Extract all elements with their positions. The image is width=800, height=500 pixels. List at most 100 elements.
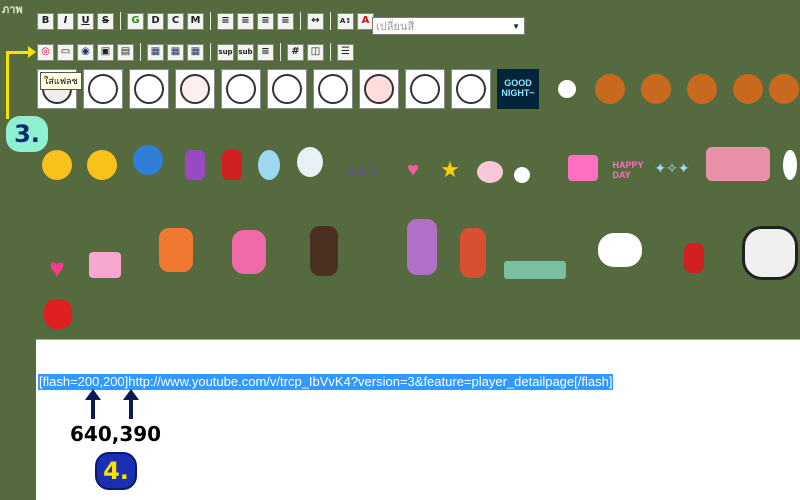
emoticon-monkey-2[interactable] [636,69,676,109]
align-right-button[interactable]: ≡ [257,12,274,30]
horizontal-rule-button[interactable]: ↔ [307,12,324,30]
emoticon-blonde-girl[interactable] [398,212,446,282]
emoticon-cheering-girls[interactable] [698,142,778,186]
emoticon-onion-4[interactable] [359,69,399,109]
emoticon-music-notes[interactable]: ♫♪♫ [335,158,389,182]
emoticon-figure [733,74,763,104]
list-button[interactable]: ☰ [337,43,354,61]
glow-button[interactable]: G [127,12,144,30]
emoticon-girl-kimono[interactable] [175,145,215,185]
emoticon-figure [504,261,566,279]
color-select[interactable]: เปลี่ยนสี ▼ [372,17,525,35]
emoticon-dancer[interactable] [547,69,587,109]
emoticon-monkey-3[interactable] [682,69,722,109]
emoticon-rabbit-2[interactable] [83,69,123,109]
emoticon-figure [232,230,266,274]
table-column-button[interactable]: ▦ [187,43,204,61]
emoticon-figure [42,150,72,180]
table-row-button[interactable]: ▦ [167,43,184,61]
format-toolbar-row-1: B I U S G D C M ≡ ≡ ≡ ≡ ↔ A↕ A [37,11,374,31]
emoticon-bunny-blue[interactable] [249,145,289,185]
emoticon-figure [595,74,625,104]
emoticon-edge-figure[interactable] [780,145,800,185]
emoticon-onion-5[interactable] [405,69,445,109]
emoticon-face [180,74,210,104]
emoticon-face [456,74,486,104]
emoticon-flower-bed[interactable] [502,232,568,284]
emoticon-pig[interactable] [470,152,510,192]
emoticon-figure [514,167,530,183]
emoticon-pink-bunny[interactable] [226,226,272,278]
ftp-button[interactable]: ▤ [117,43,134,61]
teletype-button[interactable]: ≡ [257,43,274,61]
emoticon-onion-3[interactable] [313,69,353,109]
emoticon-good-night[interactable]: GOOD NIGHT~ [497,69,539,109]
annotation-bracket-top [6,51,30,54]
emoticon-small-ghost[interactable] [508,155,536,195]
quote-button[interactable]: ◫ [307,43,324,61]
font-size-button[interactable]: A↕ [337,12,354,30]
emoticon-yellow-ball-1[interactable] [37,145,77,185]
emoticon-onion-1[interactable] [221,69,261,109]
good-night-text-2: NIGHT~ [501,88,535,98]
code-button[interactable]: # [287,43,304,61]
emoticon-figure [769,74,799,104]
underline-button[interactable]: U [77,12,94,30]
strikethrough-button[interactable]: S [97,12,114,30]
toolbar-divider [120,12,121,30]
emoticon-onion-6[interactable] [451,69,491,109]
emoticon-guitar-boy[interactable] [452,222,494,284]
flash-insert-button[interactable]: ◎ [37,43,54,61]
emoticon-money-bag[interactable] [38,294,78,334]
message-editor[interactable] [36,339,800,500]
emoticon-face [134,74,164,104]
toolbar-divider [210,43,211,61]
emoticon-onion-2[interactable] [267,69,307,109]
emoticon-monkey-1[interactable] [590,69,630,109]
emoticon-figure [568,155,598,181]
superscript-button[interactable]: sup [217,43,234,61]
emoticon-shinchan-1[interactable] [212,145,252,185]
subscript-button[interactable]: sub [237,43,254,61]
format-toolbar-row-2: ◎ ▭ ◉ ▣ ▤ ▦ ▦ ▦ sup sub ≡ # ◫ ☰ [37,42,354,62]
move-button[interactable]: C [167,12,184,30]
emoticon-panda[interactable] [740,218,800,288]
emoticon-girl-heart[interactable] [148,222,204,278]
align-left-button[interactable]: ≡ [217,12,234,30]
email-button[interactable]: ▣ [97,43,114,61]
emoticon-white-bunny[interactable] [590,225,650,275]
emoticon-singing-bird[interactable] [290,142,330,182]
emoticon-face [272,74,302,104]
music-note-icon: ♫♪♫ [344,159,380,180]
emoticon-rabbit-3[interactable] [129,69,169,109]
italic-button[interactable]: I [57,12,74,30]
emoticon-monkey-5[interactable] [768,69,800,109]
emoticon-love-bus[interactable] [563,148,603,188]
emoticon-blue-ball[interactable] [128,140,168,180]
emoticon-monkey-4[interactable] [728,69,768,109]
shadow-button[interactable]: D [147,12,164,30]
emoticon-birthday-cake[interactable] [83,245,127,285]
marquee-button[interactable]: M [187,12,204,30]
emoticon-shinchan-2[interactable] [676,236,712,280]
image-button[interactable]: ▭ [57,43,74,61]
emoticon-rabbit-4[interactable] [175,69,215,109]
happy-day-icon: HAPPY DAY [612,160,644,180]
emoticon-heart-box[interactable]: ♥ [37,248,77,288]
emoticon-figure [460,228,486,278]
annotation-arrow-right [28,46,36,58]
emoticon-star[interactable]: ★ [434,157,466,182]
emoticon-sparkles[interactable]: ✦✧✦ [652,148,692,188]
bold-button[interactable]: B [37,12,54,30]
editor-selected-text[interactable]: [flash=200,200]http://www.youtube.com/v/… [38,374,614,390]
emoticon-flying-heart[interactable]: ♥ [394,158,432,182]
emoticon-figure [706,147,770,181]
emoticon-face [226,74,256,104]
table-button[interactable]: ▦ [147,43,164,61]
justify-button[interactable]: ≡ [277,12,294,30]
link-button[interactable]: ◉ [77,43,94,61]
emoticon-yellow-ball-ok[interactable] [82,145,122,185]
emoticon-boy-portrait[interactable] [303,220,345,282]
align-center-button[interactable]: ≡ [237,12,254,30]
emoticon-happy-day[interactable]: HAPPY DAY [608,150,648,190]
